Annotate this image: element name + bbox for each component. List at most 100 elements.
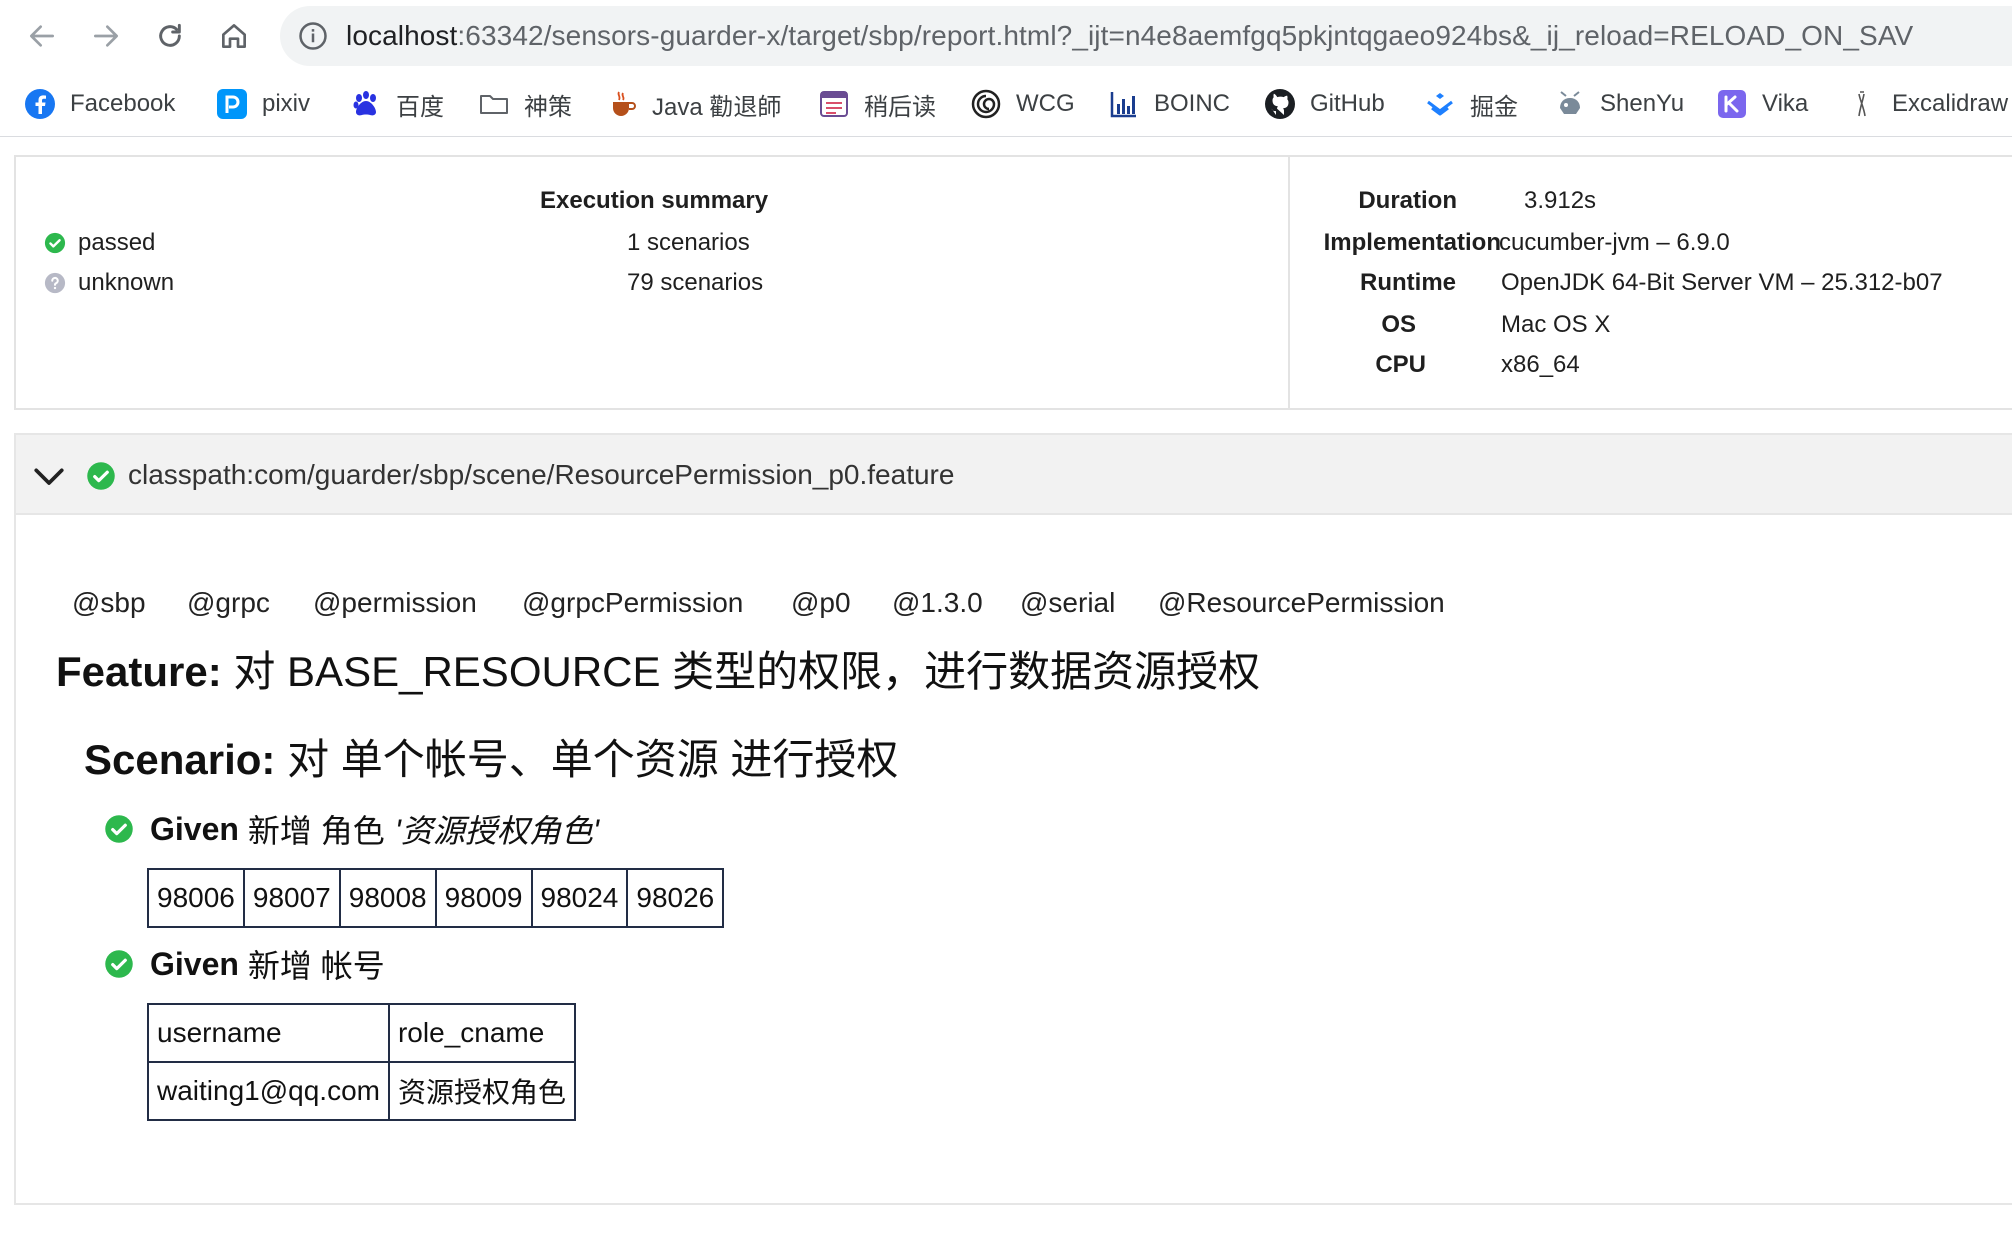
java-icon [606,88,638,120]
question-circle-icon [44,272,66,294]
table-cell: username [147,1003,390,1063]
feature-header[interactable]: classpath:com/guarder/sbp/scene/Resource… [14,433,2012,515]
step-data-table: 98006 98007 98008 98009 98024 98026 [147,868,725,928]
bookmark-label: WCG [1016,90,1075,117]
pixiv-icon [216,88,248,120]
unknown-count: 79 scenarios [627,269,764,296]
execution-summary-title: Execution summary [540,187,769,214]
meta-value-os: Mac OS X [1501,311,1611,338]
bookmark-pixiv[interactable]: pixiv [216,84,310,124]
bookmark-label: pixiv [262,90,311,117]
feature-path[interactable]: classpath:com/guarder/sbp/scene/Resource… [128,459,954,491]
meta-label-runtime: Runtime [1360,269,1456,296]
bookmark-juejin[interactable]: 掘金 [1424,84,1518,124]
facebook-icon [24,88,56,120]
feature-tag: @grpcPermission [522,587,744,618]
step-given-role: Given 新增 角色 '资源授权角色' [104,806,599,852]
bookmark-excalidraw[interactable]: Excalidraw [1846,84,2008,124]
back-button[interactable] [20,14,64,58]
scenario-keyword: Scenario: [84,736,276,783]
table-cell: 98006 [147,868,245,928]
read-later-icon [818,88,850,120]
step-keyword: Given [150,945,239,982]
bookmark-label: ShenYu [1600,90,1685,117]
info-icon[interactable] [298,21,328,51]
bookmark-label: 掘金 [1470,93,1518,121]
vika-icon [1716,88,1748,120]
bookmark-facebook[interactable]: Facebook [24,84,175,124]
bookmarks-bar: Facebook pixiv 百度 神策 Java 勸退師 稍后读 WCG BO… [0,72,2012,137]
meta-label-cpu: CPU [1375,351,1426,378]
table-cell: 98026 [626,868,725,928]
check-circle-icon [105,950,133,978]
bookmark-label: 神策 [524,93,572,121]
check-circle-icon [105,815,133,843]
url-host: localhost [346,20,458,51]
table-row: waiting1@qq.com 资源授权角色 [147,1061,577,1121]
meta-value-duration: 3.912s [1524,187,1597,214]
status-passed-row: passed [44,229,155,257]
bookmark-read-later[interactable]: 稍后读 [818,84,936,124]
excalidraw-icon [1846,88,1878,120]
step-keyword: Given [150,810,239,847]
execution-summary-panel: Execution summary passed 1 scenarios unk… [14,155,2012,410]
bookmark-shenyu[interactable]: ShenYu [1554,84,1684,124]
meta-label-duration: Duration [1358,187,1457,214]
meta-value-implementation: cucumber-jvm – 6.9.0 [1499,229,1730,256]
bookmark-label: 稍后读 [864,93,936,121]
step-text: 新增 角色 [247,813,385,849]
url-path: :63342/sensors-guarder-x/target/sbp/repo… [457,20,1914,51]
table-cell: 98007 [242,868,341,928]
reload-button[interactable] [148,14,192,58]
status-unknown-row: unknown [44,269,174,297]
reload-icon [159,23,181,47]
feature-tag: @1.3.0 [892,587,983,618]
summary-divider [1288,157,1290,408]
feature-tag: @sbp [72,587,146,618]
check-circle-icon [44,232,66,254]
bookmark-label: Facebook [70,90,176,117]
table-cell: 98009 [434,868,533,928]
bookmark-label: BOINC [1154,90,1231,117]
github-icon [1264,88,1296,120]
bookmark-vika[interactable]: Vika [1716,84,1808,124]
check-circle-icon [87,462,115,490]
scenario-title: Scenario: 对 单个帐号、单个资源 进行授权 [84,726,898,787]
bookmark-boinc[interactable]: BOINC [1108,84,1230,124]
juejin-icon [1424,88,1456,120]
meta-value-cpu: x86_64 [1501,351,1580,378]
feature-tag: @grpc [187,587,270,618]
bookmark-github[interactable]: GitHub [1264,84,1385,124]
step-text: 新增 帐号 [247,948,385,984]
scenario-name: 对 单个帐号、单个资源 进行授权 [287,736,899,783]
boinc-icon [1108,88,1140,120]
bookmark-java[interactable]: Java 勸退師 [606,84,781,124]
feature-tag: @ResourcePermission [1158,587,1445,618]
url-text[interactable]: localhost:63342/sensors-guarder-x/target… [346,20,1913,52]
feature-tag: @p0 [791,587,851,618]
chevron-down-icon[interactable] [32,459,66,493]
table-cell: waiting1@qq.com [147,1061,390,1121]
bookmark-baidu[interactable]: 百度 [350,84,444,124]
table-row: 98006 98007 98008 98009 98024 98026 [147,868,725,928]
table-cell: role_cname [387,1003,577,1063]
forward-button[interactable] [84,14,128,58]
folder-icon [478,88,510,120]
bookmark-wcg[interactable]: WCG [970,84,1075,124]
bookmark-shence[interactable]: 神策 [478,84,572,124]
table-cell: 资源授权角色 [387,1061,577,1121]
step-data-table: username role_cname waiting1@qq.com 资源授权… [147,1003,577,1121]
bookmark-label: Java 勸退師 [652,93,782,121]
bookmark-label: Excalidraw [1892,90,2009,117]
feature-title: Feature: 对 BASE_RESOURCE 类型的权限，进行数据资源授权 [56,638,1260,699]
home-button[interactable] [212,14,256,58]
meta-value-runtime: OpenJDK 64-Bit Server VM – 25.312-b07 [1501,269,1943,296]
meta-label-implementation: Implementation [1323,229,1501,256]
bookmark-label: GitHub [1310,90,1385,117]
feature-name: 对 BASE_RESOURCE 类型的权限，进行数据资源授权 [233,648,1261,695]
feature-tag: @serial [1020,587,1116,618]
bookmark-label: Vika [1762,90,1809,117]
home-icon [222,24,246,48]
step-given-account: Given 新增 帐号 [104,941,385,987]
address-bar[interactable]: localhost:63342/sensors-guarder-x/target… [280,6,2012,66]
